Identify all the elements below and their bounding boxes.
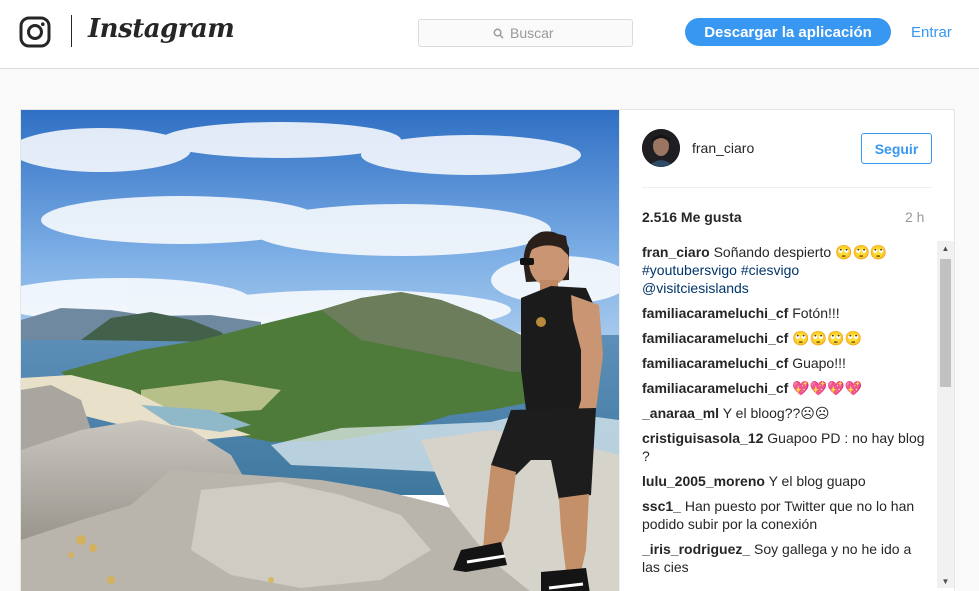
post-sidebar: fran_ciaro Seguir 2.516 Me gusta 2 h fra… <box>619 110 956 591</box>
comments-scrollbar[interactable]: ▲ ▼ <box>937 241 954 588</box>
scroll-down-arrow-icon[interactable]: ▼ <box>937 574 954 588</box>
comment-text: 💖💖💖💖 <box>792 380 862 396</box>
comment-username[interactable]: ssc1_ <box>642 498 681 514</box>
scrollbar-thumb[interactable] <box>940 259 951 387</box>
top-navigation-bar: Instagram Descargar la aplicación Entrar <box>0 0 979 69</box>
comment-text: Fotón!!! <box>792 305 840 321</box>
caption-mention[interactable]: @visitciesislands <box>642 279 930 297</box>
comment-text: Guapo!!! <box>792 355 846 371</box>
comment-text: Y el blog guapo <box>768 473 866 489</box>
instagram-camera-icon[interactable] <box>19 16 51 48</box>
comment-item: cristiguisasola_12 Guapoo PD : no hay bl… <box>642 429 930 465</box>
login-link[interactable]: Entrar <box>911 24 952 41</box>
post-timestamp[interactable]: 2 h <box>905 209 924 225</box>
caption: fran_ciaro Soñando despierto 🙄🙄🙄 #youtub… <box>642 243 930 297</box>
comment-text: Y el bloog??☹☹ <box>722 405 830 421</box>
post-photo-image <box>21 110 619 591</box>
comment-item: _anaraa_ml Y el bloog??☹☹ <box>642 404 930 422</box>
comment-text: Soñando despierto 🙄🙄🙄 <box>713 244 888 260</box>
follow-button[interactable]: Seguir <box>861 133 932 164</box>
avatar[interactable] <box>642 129 680 167</box>
comment-item: _iris_rodriguez_ Soy gallega y no he ido… <box>642 540 930 576</box>
comment-item: familiacarameluchi_cf 💖💖💖💖 <box>642 379 930 397</box>
caption-hashtags[interactable]: #youtubersvigo #ciesvigo <box>642 261 930 279</box>
search-box[interactable] <box>418 19 633 47</box>
likes-count[interactable]: 2.516 Me gusta <box>642 209 742 225</box>
search-icon <box>493 28 504 39</box>
comment-username[interactable]: familiacarameluchi_cf <box>642 355 788 371</box>
comments-list: fran_ciaro Soñando despierto 🙄🙄🙄 #youtub… <box>642 243 930 583</box>
comment-item: familiacarameluchi_cf 🙄🙄🙄🙄 <box>642 329 930 347</box>
comment-text: 🙄🙄🙄🙄 <box>792 330 862 346</box>
post-photo[interactable] <box>21 110 619 591</box>
comment-username[interactable]: familiacarameluchi_cf <box>642 330 788 346</box>
author-username[interactable]: fran_ciaro <box>692 140 754 156</box>
scroll-up-arrow-icon[interactable]: ▲ <box>937 241 954 255</box>
comment-username[interactable]: familiacarameluchi_cf <box>642 380 788 396</box>
divider <box>642 187 932 188</box>
comment-username[interactable]: familiacarameluchi_cf <box>642 305 788 321</box>
download-app-button[interactable]: Descargar la aplicación <box>685 18 891 46</box>
comment-item: lulu_2005_moreno Y el blog guapo <box>642 472 930 490</box>
comment-username[interactable]: cristiguisasola_12 <box>642 430 763 446</box>
post-author-row: fran_ciaro Seguir <box>642 129 932 169</box>
comment-item: familiacarameluchi_cf Fotón!!! <box>642 304 930 322</box>
search-input[interactable] <box>510 25 558 41</box>
post-card: fran_ciaro Seguir 2.516 Me gusta 2 h fra… <box>20 109 955 591</box>
comment-username[interactable]: lulu_2005_moreno <box>642 473 765 489</box>
comment-username[interactable]: _iris_rodriguez_ <box>642 541 750 557</box>
comment-item: familiacarameluchi_cf Guapo!!! <box>642 354 930 372</box>
header-divider <box>71 15 72 47</box>
comment-item: ssc1_ Han puesto por Twitter que no lo h… <box>642 497 930 533</box>
comment-username[interactable]: fran_ciaro <box>642 244 710 260</box>
comment-username[interactable]: _anaraa_ml <box>642 405 719 421</box>
comment-text: Han puesto por Twitter que no lo han pod… <box>642 498 915 532</box>
instagram-wordmark-logo[interactable]: Instagram <box>88 14 235 44</box>
